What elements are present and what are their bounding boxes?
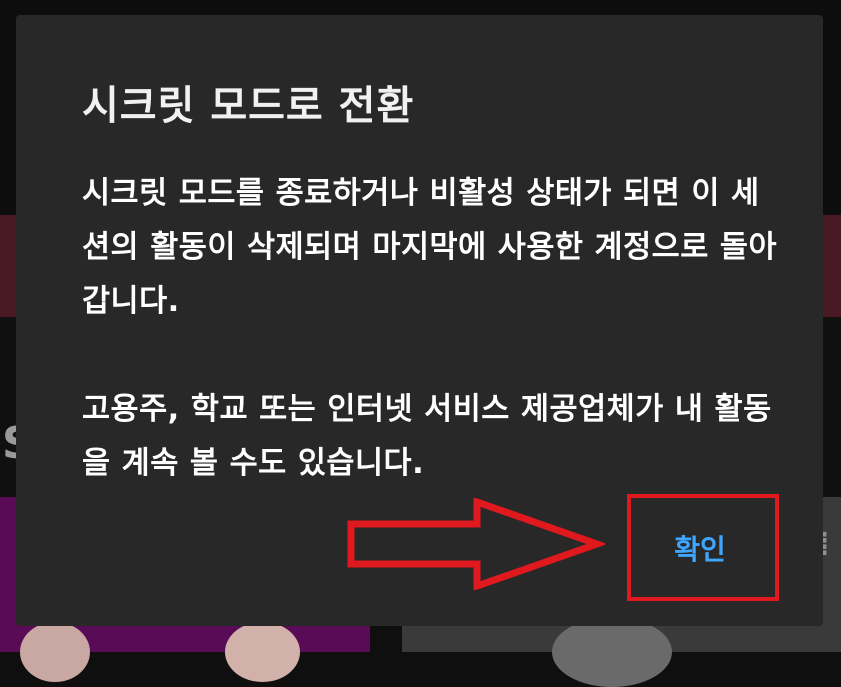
thumbnail-figure — [225, 622, 300, 682]
confirm-button[interactable]: 확인 — [630, 500, 770, 595]
thumbnail-figure — [552, 617, 672, 687]
thumbnail-figure — [20, 622, 90, 682]
dialog-body: 시크릿 모드를 종료하거나 비활성 상태가 되면 이 세션의 활동이 삭제되며 … — [82, 167, 782, 491]
dialog-message: 시크릿 모드를 종료하거나 비활성 상태가 되면 이 세션의 활동이 삭제되며 … — [82, 176, 778, 319]
dialog-title: 시크릿 모드로 전환 — [82, 83, 415, 129]
dialog-message: 고용주, 학교 또는 인터넷 서비스 제공업체가 내 활동을 계속 볼 수도 있… — [82, 392, 772, 481]
